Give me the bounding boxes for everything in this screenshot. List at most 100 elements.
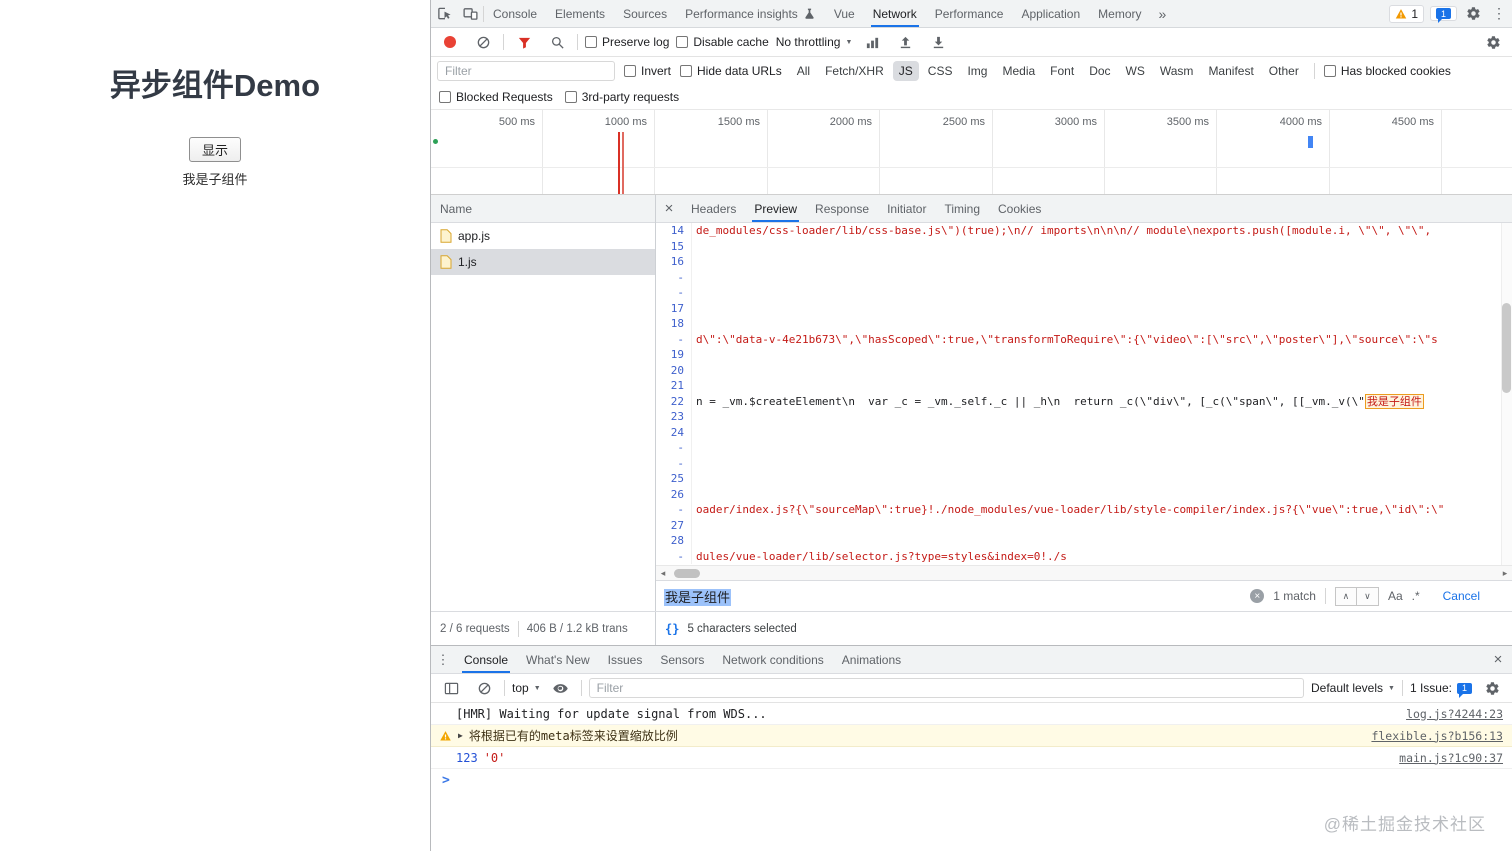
tab-memory[interactable]: Memory [1089, 0, 1150, 27]
source-link[interactable]: log.js?4244:23 [1406, 707, 1503, 721]
blocked-requests-checkbox[interactable]: Blocked Requests [439, 90, 553, 104]
watermark: @稀土掘金技术社区 [1323, 815, 1486, 834]
scroll-left-icon[interactable]: ◂ [656, 566, 670, 580]
demo-webpage: 异步组件Demo 显示 我是子组件 [0, 0, 430, 851]
expand-icon[interactable]: ▶ [458, 731, 463, 740]
warning-badge[interactable]: 1 [1389, 4, 1424, 23]
drawer-tab-network-conditions[interactable]: Network conditions [713, 646, 832, 673]
close-detail-icon[interactable]: × [656, 195, 682, 222]
vertical-scrollbar[interactable] [1501, 223, 1512, 565]
show-button[interactable]: 显示 [188, 137, 241, 162]
network-settings-icon[interactable] [1480, 28, 1506, 56]
devtools-tab-bar: Console Elements Sources Performance ins… [431, 0, 1512, 28]
requests-column-header[interactable]: Name [431, 195, 655, 223]
network-body: Name app.js 1.js × Headers Preview Respo… [431, 195, 1512, 611]
previous-match-button[interactable]: ∧ [1334, 586, 1357, 606]
tab-performance[interactable]: Performance [926, 0, 1013, 27]
pretty-print-icon[interactable]: {} [665, 622, 679, 636]
horizontal-scrollbar[interactable]: ◂ ▸ [656, 565, 1512, 580]
tab-response[interactable]: Response [806, 195, 878, 222]
drawer-tab-sensors[interactable]: Sensors [651, 646, 713, 673]
tab-sources[interactable]: Sources [614, 0, 676, 27]
record-icon[interactable] [437, 28, 463, 56]
tab-initiator[interactable]: Initiator [878, 195, 935, 222]
network-conditions-icon[interactable] [859, 28, 885, 56]
network-overview-timeline[interactable]: 500 ms 1000 ms 1500 ms 2000 ms 2500 ms 3… [431, 110, 1512, 195]
menu-icon[interactable]: ⋮ [1486, 0, 1512, 27]
type-filter-wasm[interactable]: Wasm [1154, 61, 1200, 81]
source-link[interactable]: main.js?1c90:37 [1399, 751, 1503, 765]
invert-checkbox[interactable]: Invert [624, 64, 671, 78]
type-filter-ws[interactable]: WS [1120, 61, 1151, 81]
clear-search-icon[interactable]: × [1250, 589, 1265, 603]
code-line: - d\":\"data-v-4e21b673\",\"hasScoped\":t… [656, 331, 1512, 347]
drawer-tab-issues[interactable]: Issues [599, 646, 652, 673]
export-har-icon[interactable] [925, 28, 951, 56]
cancel-search-button[interactable]: Cancel [1443, 589, 1480, 603]
import-har-icon[interactable] [892, 28, 918, 56]
issues-counter[interactable]: 1 Issue: 1 [1410, 681, 1472, 698]
scrollbar-thumb[interactable] [674, 569, 700, 578]
tab-network[interactable]: Network [864, 0, 926, 27]
more-tabs-button[interactable]: » [1151, 0, 1175, 27]
console-sidebar-icon[interactable] [438, 674, 464, 702]
drawer-tab-whats-new[interactable]: What's New [517, 646, 599, 673]
network-filter-input[interactable] [437, 61, 615, 81]
context-select[interactable]: top ▼ [512, 681, 541, 695]
type-filter-media[interactable]: Media [996, 61, 1041, 81]
timeline-tick: 5 [1497, 116, 1512, 128]
tab-performance-insights[interactable]: Performance insights [676, 0, 825, 27]
clear-icon[interactable] [470, 28, 496, 56]
device-toolbar-icon[interactable] [457, 0, 483, 27]
console-prompt[interactable]: > [431, 769, 1512, 790]
issues-badge[interactable]: 1 [1430, 6, 1457, 23]
source-link[interactable]: flexible.js?b156:13 [1371, 729, 1503, 743]
console-settings-icon[interactable] [1479, 674, 1505, 702]
third-party-requests-checkbox[interactable]: 3rd-party requests [564, 90, 679, 104]
tab-preview[interactable]: Preview [745, 195, 806, 222]
settings-icon[interactable] [1460, 0, 1486, 27]
drawer-tab-animations[interactable]: Animations [833, 646, 910, 673]
regex-button[interactable]: .* [1412, 589, 1420, 603]
code-line: - [656, 285, 1512, 301]
throttling-select[interactable]: No throttling ▼ [776, 35, 853, 49]
filter-icon[interactable] [511, 28, 537, 56]
preview-code-view[interactable]: 14 de_modules/css-loader/lib/css-base.js\… [656, 223, 1512, 565]
match-case-button[interactable]: Aa [1388, 589, 1403, 603]
type-filter-img[interactable]: Img [961, 61, 993, 81]
inspect-icon[interactable] [431, 0, 457, 27]
preserve-log-checkbox[interactable]: Preserve log [585, 35, 669, 49]
type-filter-css[interactable]: CSS [922, 61, 959, 81]
tab-console[interactable]: Console [484, 0, 546, 27]
hide-data-urls-checkbox[interactable]: Hide data URLs [680, 64, 782, 78]
type-filter-fetch-xhr[interactable]: Fetch/XHR [819, 61, 890, 81]
next-match-button[interactable]: ∨ [1356, 586, 1379, 606]
drawer-tab-console[interactable]: Console [455, 646, 517, 673]
search-input[interactable]: 我是子组件 [664, 587, 1241, 606]
tab-elements[interactable]: Elements [546, 0, 614, 27]
type-filter-all[interactable]: All [791, 61, 816, 81]
drawer-menu-icon[interactable]: ⋮ [431, 646, 455, 673]
type-filter-manifest[interactable]: Manifest [1202, 61, 1259, 81]
console-filter-input[interactable] [588, 678, 1304, 698]
log-levels-select[interactable]: Default levels ▼ [1311, 681, 1395, 695]
tab-cookies[interactable]: Cookies [989, 195, 1050, 222]
scroll-right-icon[interactable]: ▸ [1498, 566, 1512, 580]
clear-console-icon[interactable] [471, 674, 497, 702]
type-filter-js[interactable]: JS [892, 61, 919, 81]
type-filter-other[interactable]: Other [1263, 61, 1305, 81]
tab-timing[interactable]: Timing [935, 195, 989, 222]
request-row-appjs[interactable]: app.js [431, 223, 655, 249]
has-blocked-cookies-checkbox[interactable]: Has blocked cookies [1323, 64, 1451, 78]
type-filter-doc[interactable]: Doc [1083, 61, 1116, 81]
tab-headers[interactable]: Headers [682, 195, 745, 222]
eye-icon[interactable] [548, 674, 574, 702]
tab-vue[interactable]: Vue [825, 0, 864, 27]
type-filter-font[interactable]: Font [1044, 61, 1080, 81]
request-row-1js[interactable]: 1.js [431, 249, 655, 275]
search-icon[interactable] [544, 28, 570, 56]
disable-cache-checkbox[interactable]: Disable cache [676, 35, 769, 49]
close-drawer-icon[interactable]: × [1484, 646, 1512, 673]
tab-application[interactable]: Application [1012, 0, 1089, 27]
scrollbar-thumb[interactable] [1502, 303, 1511, 393]
